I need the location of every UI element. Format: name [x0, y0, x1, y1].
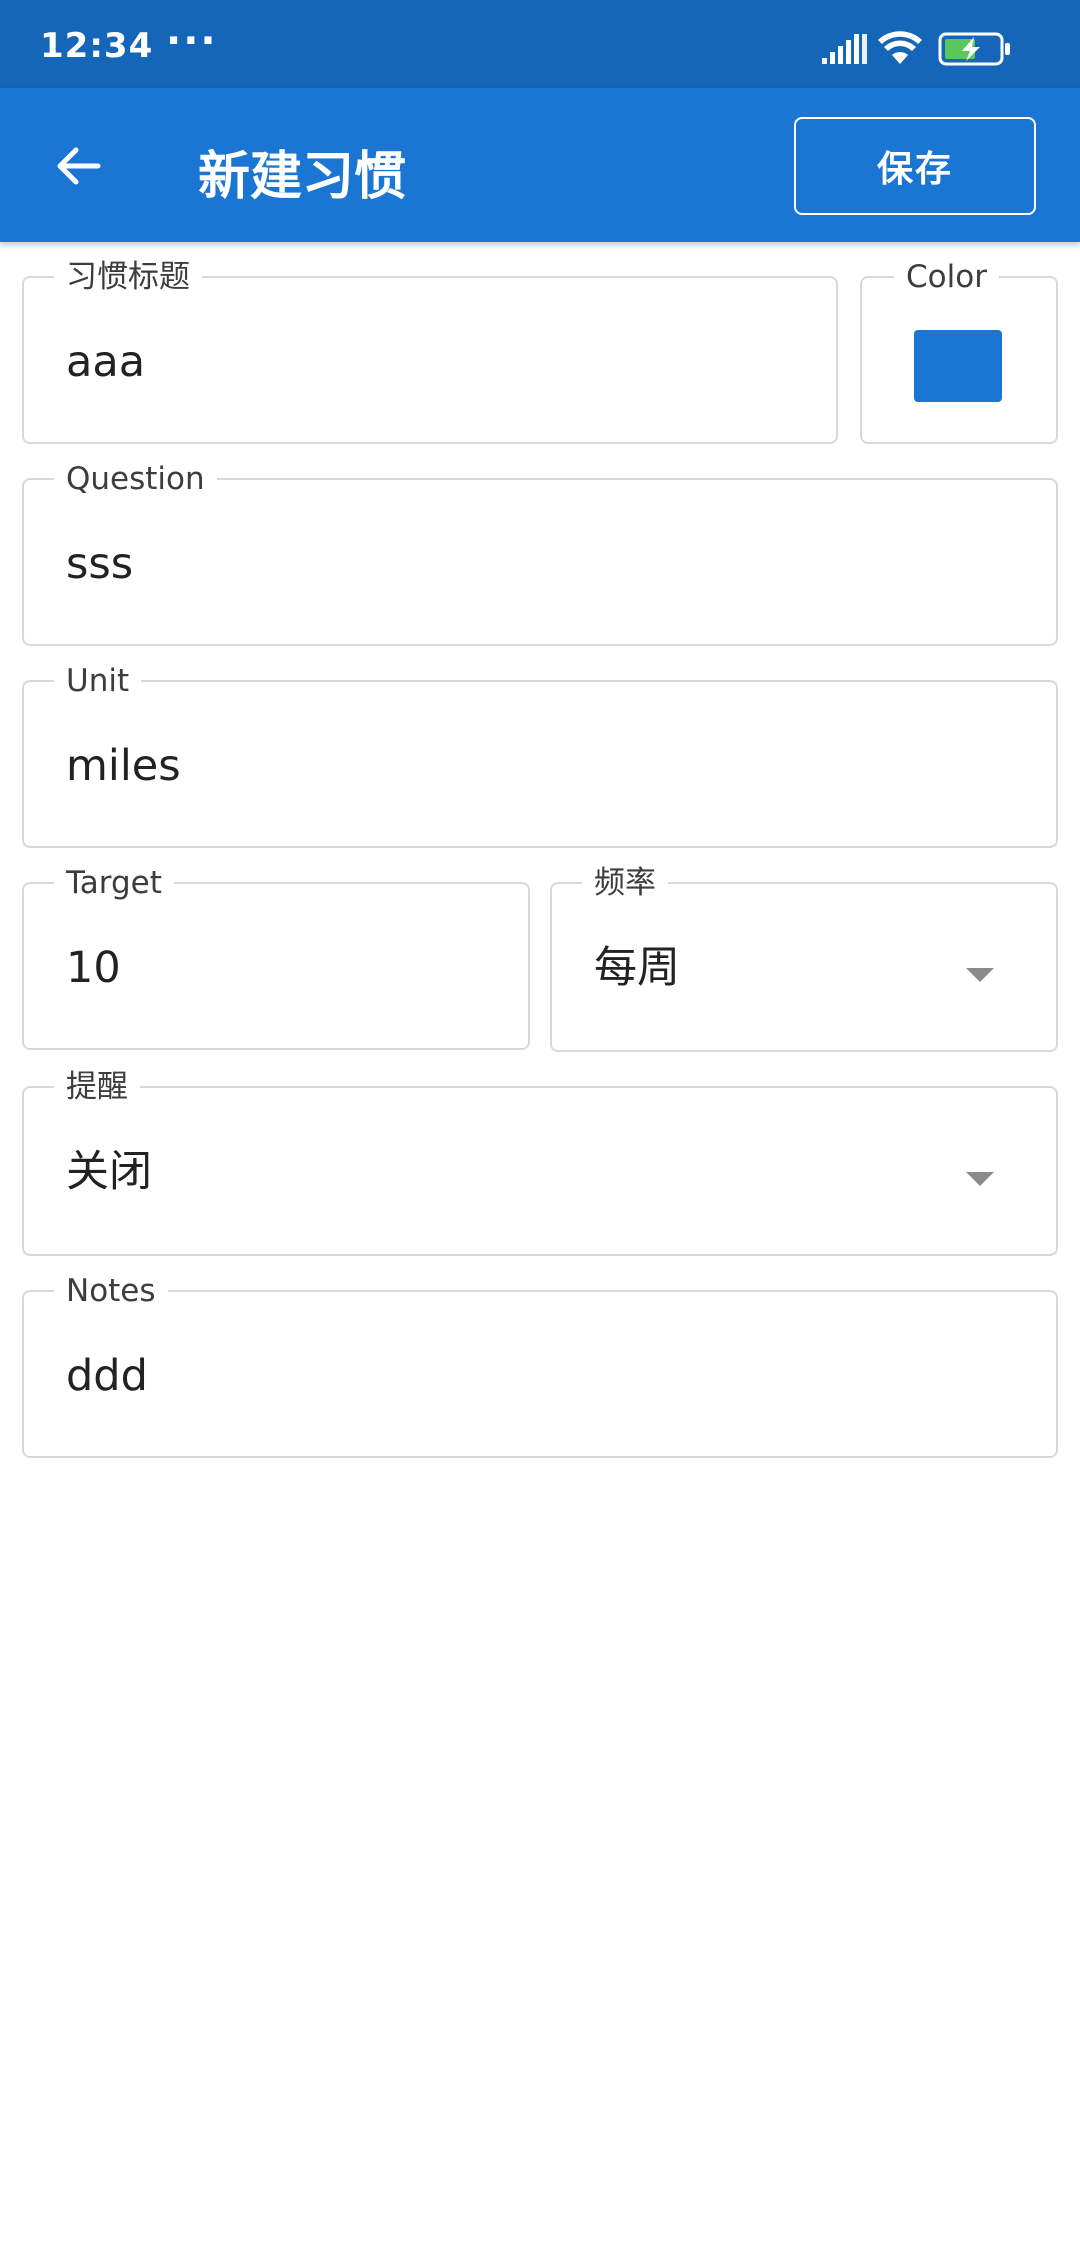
reminder-value: 关闭	[66, 1147, 152, 1197]
question-input[interactable]: sss	[66, 536, 133, 592]
back-button[interactable]	[40, 128, 116, 204]
target-input[interactable]: 10	[66, 940, 121, 996]
status-time: 12:34	[40, 26, 154, 66]
save-button[interactable]: 保存	[794, 117, 1036, 215]
signal-icon	[822, 34, 867, 64]
status-bar: 12:34 ···	[0, 0, 1080, 88]
app-bar: 新建习惯 保存	[0, 88, 1080, 242]
habit-title-input[interactable]: aaa	[66, 334, 145, 390]
unit-label: Unit	[54, 662, 142, 700]
reminder-label: 提醒	[54, 1068, 140, 1106]
frequency-value: 每周	[594, 943, 680, 993]
target-label: Target	[54, 864, 174, 902]
battery-charging-icon	[938, 32, 1010, 66]
habit-title-field[interactable]: 习惯标题 aaa	[22, 258, 838, 444]
habit-title-label: 习惯标题	[54, 258, 202, 296]
frequency-dropdown[interactable]: 频率 每周	[550, 864, 1058, 1052]
question-field[interactable]: Question sss	[22, 460, 1058, 646]
unit-field[interactable]: Unit miles	[22, 662, 1058, 848]
unit-input[interactable]: miles	[66, 738, 181, 794]
frequency-label: 频率	[582, 864, 668, 902]
chevron-down-icon	[966, 968, 994, 982]
notes-label: Notes	[54, 1272, 168, 1310]
notes-input[interactable]: ddd	[66, 1348, 148, 1404]
wifi-icon	[878, 31, 922, 64]
color-swatch[interactable]	[914, 330, 1002, 402]
notification-dots: ···	[166, 18, 218, 64]
question-label: Question	[54, 460, 217, 498]
color-field[interactable]: Color	[860, 258, 1058, 444]
chevron-down-icon	[966, 1172, 994, 1186]
page-title: 新建习惯	[198, 147, 407, 207]
status-icons	[822, 30, 1046, 70]
color-label: Color	[894, 258, 999, 296]
reminder-dropdown[interactable]: 提醒 关闭	[22, 1068, 1058, 1256]
notes-field[interactable]: Notes ddd	[22, 1272, 1058, 1458]
target-field[interactable]: Target 10	[22, 864, 530, 1050]
arrow-left-icon	[57, 147, 101, 185]
